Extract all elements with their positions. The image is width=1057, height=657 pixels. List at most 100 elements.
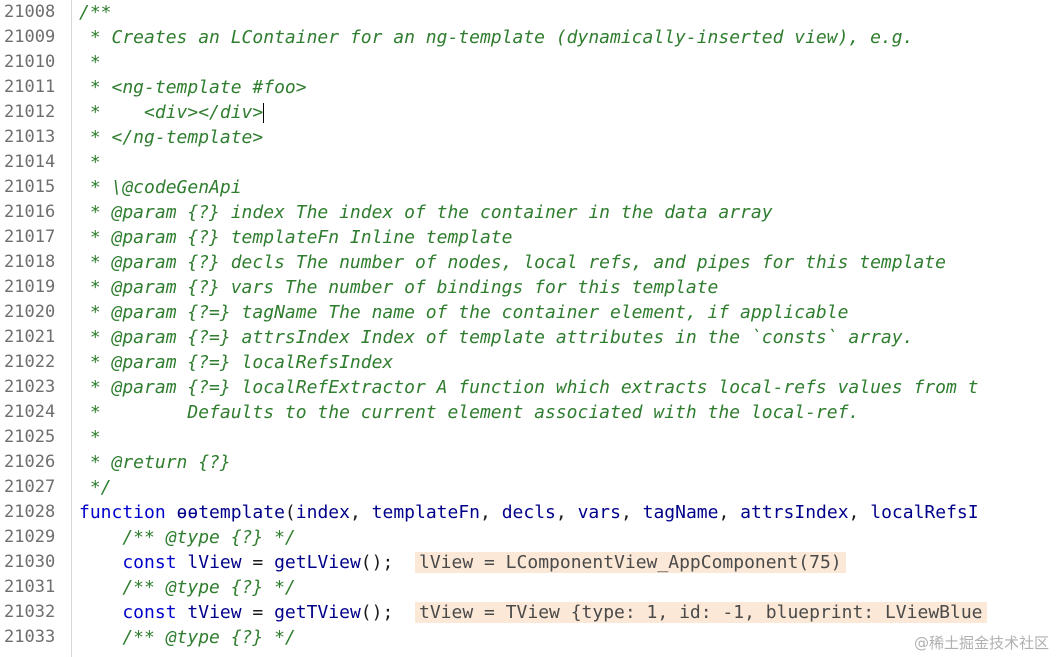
code-line[interactable]: 21032 const tView = getTView(); tView = … bbox=[0, 600, 1057, 625]
line-number: 21016 bbox=[4, 202, 56, 222]
line-number: 21019 bbox=[4, 277, 56, 297]
code-line[interactable]: 21023 * @param {?=} localRefExtractor A … bbox=[0, 375, 1057, 400]
code-token: getTView bbox=[274, 602, 361, 623]
code-token: , bbox=[349, 502, 372, 523]
code-line[interactable]: 21008 /** bbox=[0, 0, 1057, 25]
code-token: ( bbox=[284, 502, 296, 523]
code-line[interactable]: 21020 * @param {?=} tagName The name of … bbox=[0, 300, 1057, 325]
code-text: * @param {?=} attrsIndex Index of templa… bbox=[79, 325, 914, 350]
code-text: * bbox=[79, 150, 101, 175]
code-token: * @param {?} decls The number of nodes, … bbox=[79, 252, 946, 273]
line-number: 21014 bbox=[4, 152, 56, 172]
line-number: 21013 bbox=[4, 127, 56, 147]
code-token: * @param {?=} tagName The name of the co… bbox=[79, 302, 849, 323]
code-text: * @param {?=} localRefExtractor A functi… bbox=[79, 375, 979, 400]
code-token: /** @type {?} */ bbox=[79, 527, 296, 548]
code-text: * <ng-template #foo> bbox=[79, 75, 307, 100]
code-token: /** @type {?} */ bbox=[79, 577, 296, 598]
code-line[interactable]: 21026 * @return {?} bbox=[0, 450, 1057, 475]
line-number: 21015 bbox=[4, 177, 56, 197]
line-number: 21028 bbox=[4, 502, 56, 522]
code-token: , bbox=[480, 502, 502, 523]
code-token: * <div></div> bbox=[79, 102, 264, 123]
code-text: */ bbox=[79, 475, 112, 500]
code-line[interactable]: 21013 * </ng-template> bbox=[0, 125, 1057, 150]
code-text: * <div></div> bbox=[79, 100, 265, 125]
text-cursor bbox=[263, 103, 265, 123]
code-line[interactable]: 21014 * bbox=[0, 150, 1057, 175]
debug-inline-value: tView = TView {type: 1, id: -1, blueprin… bbox=[414, 602, 987, 623]
code-text: * bbox=[79, 50, 101, 75]
line-number: 21024 bbox=[4, 402, 56, 422]
line-number: 21027 bbox=[4, 477, 56, 497]
code-token: tagName bbox=[642, 502, 719, 523]
watermark: @稀土掘金技术社区 bbox=[913, 634, 1049, 652]
code-editor[interactable]: 21008/** 21009 * Creates an LContainer fo… bbox=[0, 0, 1057, 657]
code-line[interactable]: 21024 * Defaults to the current element … bbox=[0, 400, 1057, 425]
code-line[interactable]: 21030 const lView = getLView(); lView = … bbox=[0, 550, 1057, 575]
code-line[interactable]: 21029 /** @type {?} */ bbox=[0, 525, 1057, 550]
line-number: 21025 bbox=[4, 427, 56, 447]
code-line[interactable]: 21018 * @param {?} decls The number of n… bbox=[0, 250, 1057, 275]
line-number: 21023 bbox=[4, 377, 56, 397]
code-token: (); bbox=[360, 552, 415, 573]
code-line[interactable]: 21019 * @param {?} vars The number of bi… bbox=[0, 275, 1057, 300]
code-text: * \@codeGenApi bbox=[79, 175, 242, 200]
code-token: vars bbox=[577, 502, 621, 523]
code-token: * @param {?} templateFn Inline template bbox=[79, 227, 513, 248]
code-line[interactable]: 21012 * <div></div> bbox=[0, 100, 1057, 125]
code-text: * bbox=[79, 425, 101, 450]
code-line[interactable]: 21021 * @param {?=} attrsIndex Index of … bbox=[0, 325, 1057, 350]
code-line[interactable]: 21015 * \@codeGenApi bbox=[0, 175, 1057, 200]
code-token: index bbox=[295, 502, 350, 523]
code-line[interactable]: 21010 * bbox=[0, 50, 1057, 75]
code-text: function ɵɵtemplate(index, templateFn, d… bbox=[79, 500, 979, 525]
code-token: * Creates an LContainer for an ng-templa… bbox=[79, 27, 914, 48]
code-token: , bbox=[620, 502, 643, 523]
code-token: /** bbox=[79, 2, 112, 23]
line-number: 21029 bbox=[4, 527, 56, 547]
code-text: * @param {?} index The index of the cont… bbox=[79, 200, 773, 225]
code-line[interactable]: 21028 function ɵɵtemplate(index, template… bbox=[0, 500, 1057, 525]
code-text: const lView = getLView(); lView = LCompo… bbox=[79, 550, 846, 575]
line-number: 21011 bbox=[4, 77, 56, 97]
code-token: * @param {?=} localRefsIndex bbox=[79, 352, 394, 373]
line-number: 21020 bbox=[4, 302, 56, 322]
line-number: 21021 bbox=[4, 327, 56, 347]
line-number: 21017 bbox=[4, 227, 56, 247]
code-text: * Creates an LContainer for an ng-templa… bbox=[79, 25, 914, 50]
code-token: , bbox=[555, 502, 578, 523]
code-text: * @param {?=} localRefsIndex bbox=[79, 350, 393, 375]
code-token: const bbox=[79, 552, 177, 573]
code-line[interactable]: 21025 * bbox=[0, 425, 1057, 450]
code-line[interactable]: 21027 */ bbox=[0, 475, 1057, 500]
code-text: * @param {?} decls The number of nodes, … bbox=[79, 250, 946, 275]
code-token: * bbox=[79, 52, 101, 73]
debug-inline-value: lView = LComponentView_AppComponent(75) bbox=[414, 552, 846, 573]
code-line[interactable]: 21022 * @param {?=} localRefsIndex bbox=[0, 350, 1057, 375]
code-token: = bbox=[241, 602, 275, 623]
line-number: 21033 bbox=[4, 627, 56, 647]
code-token: * @param {?} vars The number of bindings… bbox=[79, 277, 719, 298]
code-token: function bbox=[79, 502, 166, 523]
code-line[interactable]: 21009 * Creates an LContainer for an ng-… bbox=[0, 25, 1057, 50]
line-number: 21010 bbox=[4, 52, 56, 72]
code-token: decls bbox=[501, 502, 556, 523]
code-line[interactable]: 21017 * @param {?} templateFn Inline tem… bbox=[0, 225, 1057, 250]
code-token: tView bbox=[187, 602, 242, 623]
code-token: * bbox=[79, 152, 101, 173]
code-line[interactable]: 21011 * <ng-template #foo> bbox=[0, 75, 1057, 100]
code-line[interactable]: 21031 /** @type {?} */ bbox=[0, 575, 1057, 600]
code-text: /** @type {?} */ bbox=[79, 575, 296, 600]
code-token: ɵɵtemplate bbox=[176, 502, 285, 523]
code-token: * @return {?} bbox=[79, 452, 231, 473]
line-number: 21031 bbox=[4, 577, 56, 597]
code-text: * @param {?} vars The number of bindings… bbox=[79, 275, 719, 300]
code-token: (); bbox=[360, 602, 415, 623]
code-line[interactable]: 21016 * @param {?} index The index of th… bbox=[0, 200, 1057, 225]
code-token: * @param {?=} localRefExtractor A functi… bbox=[79, 377, 979, 398]
code-text: * @return {?} bbox=[79, 450, 231, 475]
code-line[interactable]: 21033 /** @type {?} */ bbox=[0, 625, 1057, 650]
